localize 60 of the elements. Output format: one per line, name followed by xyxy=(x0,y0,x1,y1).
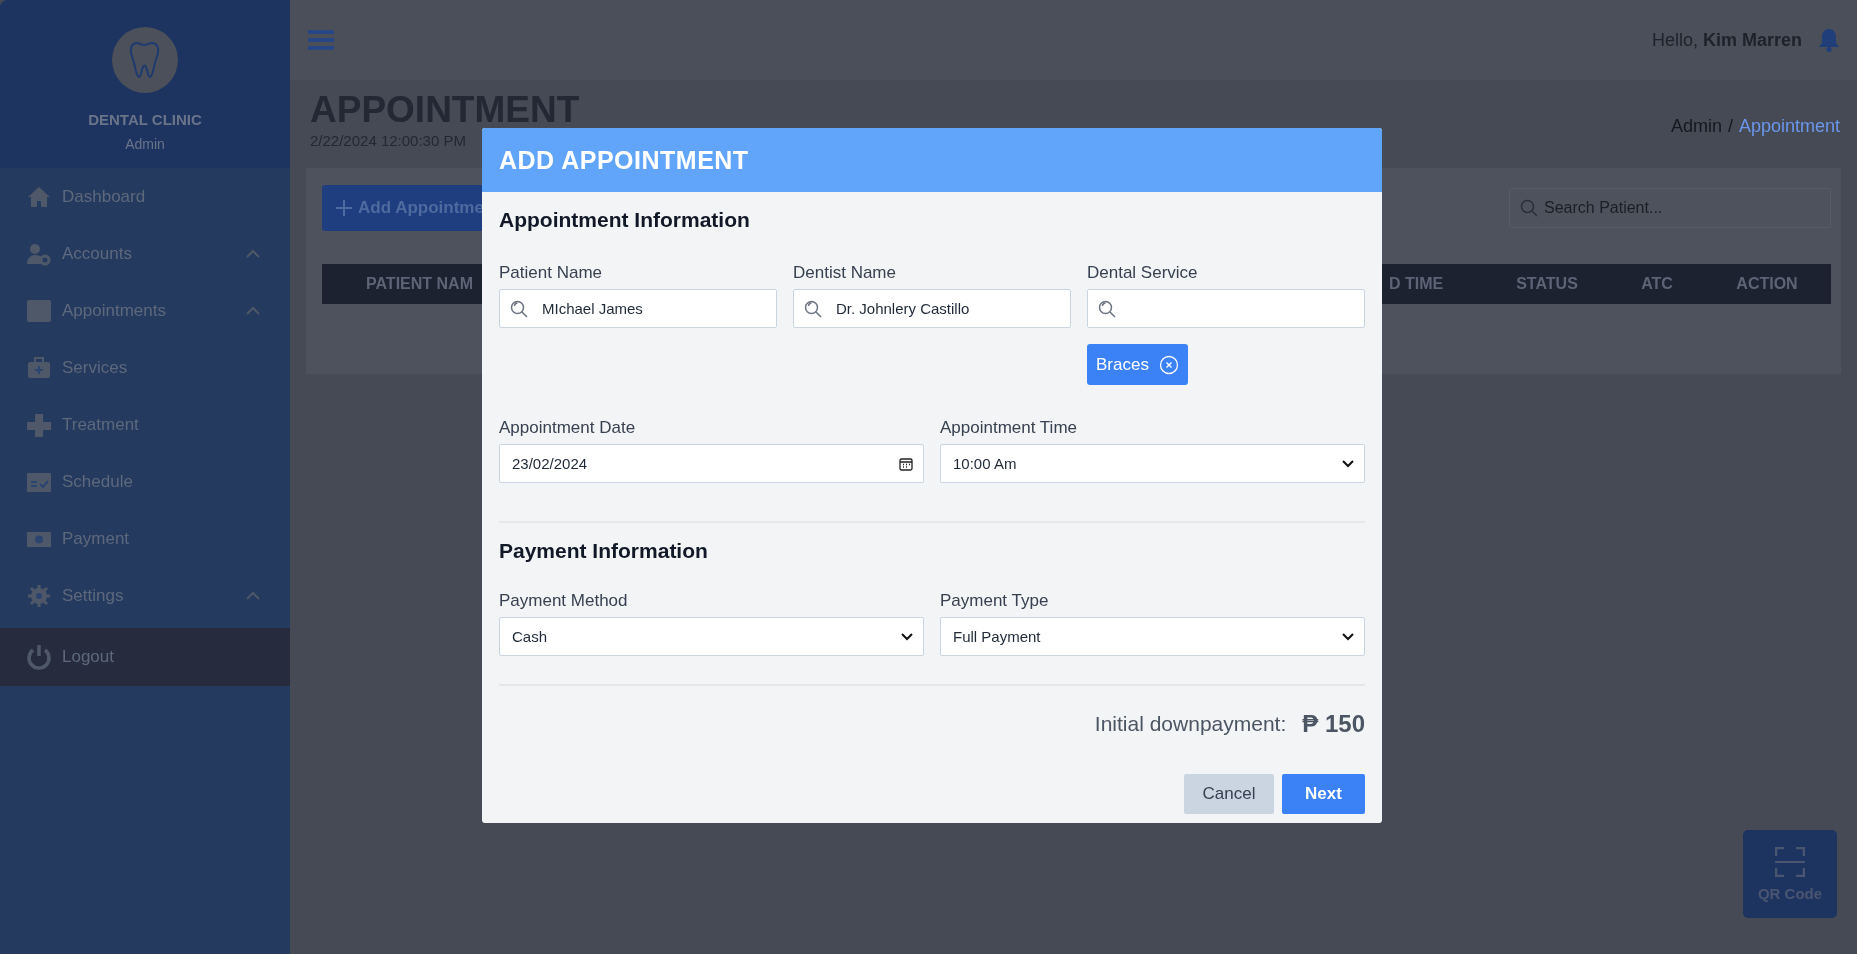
next-button[interactable]: Next xyxy=(1282,774,1365,814)
sidebar-item[interactable]: Payment xyxy=(0,510,290,567)
column-header: STATUS xyxy=(1515,275,1579,293)
chevron-down-icon xyxy=(1342,459,1354,468)
breadcrumb-link[interactable]: Admin xyxy=(1670,116,1722,168)
calendar-icon xyxy=(26,298,52,323)
home-icon xyxy=(26,184,52,209)
user-role: Admin xyxy=(125,136,165,152)
search-icon xyxy=(1098,299,1116,318)
bell-icon[interactable] xyxy=(1818,28,1840,52)
breadcrumb-separator: / xyxy=(1727,116,1733,138)
chevron-down-icon xyxy=(901,632,913,641)
calendar-icon[interactable] xyxy=(899,456,913,471)
payment-select[interactable]: Cash xyxy=(499,617,924,656)
cancel-button[interactable]: Cancel xyxy=(1184,774,1274,814)
settings-icon xyxy=(26,583,52,608)
field-label: Patient Name xyxy=(499,263,603,283)
sidebar-item[interactable]: Services xyxy=(0,339,290,396)
sidebar-item[interactable]: Treatment xyxy=(0,396,290,453)
date-input-field[interactable]: 23/02/2024 xyxy=(499,444,924,483)
field-label: Dentist Name xyxy=(793,263,897,283)
time-select[interactable]: 10:00 Am xyxy=(940,444,1365,483)
search-icon xyxy=(510,299,528,318)
field-label: Appointment Date xyxy=(499,418,637,438)
user-gear-icon xyxy=(26,241,52,266)
payment-select[interactable]: Full Payment xyxy=(940,617,1365,656)
plus-icon xyxy=(336,200,352,216)
downpayment-label: Initial downpayment: xyxy=(1094,712,1287,736)
sidebar-item[interactable]: Schedule xyxy=(0,453,290,510)
sidebar-item[interactable]: Appointments xyxy=(0,282,290,339)
logout-item[interactable]: Logout xyxy=(0,628,290,686)
remove-icon[interactable] xyxy=(1158,354,1179,375)
section-title: Payment Information xyxy=(499,539,709,563)
column-header: PATIENT NAM xyxy=(366,275,473,292)
search-icon xyxy=(1520,199,1538,217)
search-icon xyxy=(804,299,822,318)
chevron-down-icon xyxy=(1342,632,1354,641)
power-icon xyxy=(26,644,52,670)
search-input-field[interactable]: MIchael James xyxy=(499,289,777,328)
column-header: ATC xyxy=(1640,275,1674,293)
dialog-title: ADD APPOINTMENT xyxy=(499,145,749,175)
tag-label: Braces xyxy=(1096,354,1149,375)
field-label: Dental Service xyxy=(1087,263,1199,283)
column-header: D TIME xyxy=(1389,275,1445,293)
scan-icon xyxy=(1775,846,1805,877)
downpayment-amount: ₱ 150 xyxy=(1302,710,1365,738)
field-label: Payment Method xyxy=(499,591,629,611)
search-input-field[interactable] xyxy=(1087,289,1365,328)
clinic-name: DENTAL CLINIC xyxy=(88,111,202,128)
sidebar-item[interactable]: Accounts xyxy=(0,225,290,282)
sidebar-item[interactable]: Dashboard xyxy=(0,168,290,225)
field-label: Payment Type xyxy=(940,591,1050,611)
breadcrumb-link[interactable]: Appointment xyxy=(1738,116,1840,168)
menu-icon[interactable] xyxy=(308,30,334,50)
field-label: Appointment Time xyxy=(940,418,1078,438)
sidebar-item[interactable]: Settings xyxy=(0,567,290,624)
search-input-field[interactable]: Dr. Johnlery Castillo xyxy=(793,289,1071,328)
column-header: ACTION xyxy=(1735,275,1799,293)
medical-kit-icon xyxy=(26,355,52,380)
plus-icon xyxy=(26,412,52,437)
